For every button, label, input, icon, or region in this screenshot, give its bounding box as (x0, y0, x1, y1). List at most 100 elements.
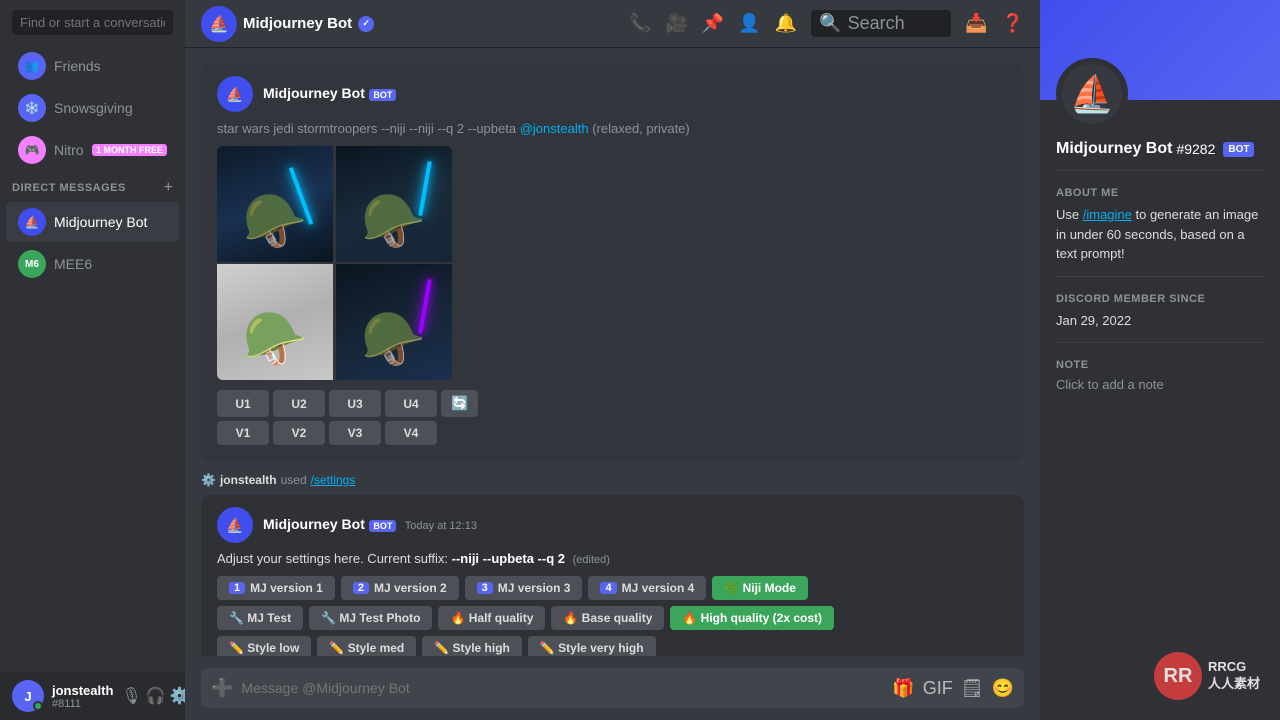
channel-header: ⛵ Midjourney Bot ✓ 📞 🎥 📌 👤 🔔 🔍 Search 📥 … (185, 0, 1040, 48)
verified-badge: ✓ (358, 16, 374, 32)
imagine-link[interactable]: /imagine (1083, 207, 1132, 222)
note-label: NOTE (1056, 359, 1264, 371)
u4-button[interactable]: U4 (385, 390, 437, 417)
gif-icon[interactable]: GIF (923, 678, 953, 699)
settings-message-header: ⛵ Midjourney Bot BOT Today at 12:13 (217, 507, 1008, 543)
gift-icon[interactable]: 🎁 (892, 678, 914, 699)
sidebar-item-label: Snowsgiving (54, 100, 133, 116)
message-input[interactable] (241, 668, 884, 708)
mj-v1-button[interactable]: 1 MJ version 1 (217, 576, 335, 600)
profile-bot-badge: BOT (1223, 142, 1254, 157)
profile-divider-1 (1056, 170, 1264, 171)
user-info: jonstealth #8111 (52, 683, 113, 710)
user-controls[interactable]: 🎙 🎧 ⚙️ (121, 686, 189, 706)
u3-button[interactable]: U3 (329, 390, 381, 417)
add-member-icon[interactable]: 👤 (738, 13, 760, 34)
mj-v4-button[interactable]: 4 MJ version 4 (588, 576, 706, 600)
deafen-icon[interactable]: 🎧 (146, 686, 166, 706)
v4-button[interactable]: V4 (385, 421, 437, 445)
snowsgiving-icon: ❄️ (18, 94, 46, 122)
watermark: RR RRCG 人人素材 (1154, 652, 1260, 700)
dm-add-button[interactable]: + (164, 179, 173, 197)
sidebar-item-nitro[interactable]: 🎮 Nitro 1 MONTH FREE (6, 130, 179, 170)
video-icon[interactable]: 🎥 (665, 13, 687, 34)
profile-divider-2 (1056, 276, 1264, 277)
message-author: Midjourney Bot (263, 85, 365, 101)
search-input[interactable] (12, 10, 173, 35)
profile-bot-number: #9282 (1176, 141, 1215, 157)
note-input[interactable]: Click to add a note (1056, 377, 1264, 392)
u1-button[interactable]: U1 (217, 390, 269, 417)
image-message-block: ⛵ Midjourney Bot BOT star wars jedi stor… (201, 64, 1024, 461)
watermark-text: RRCG 人人素材 (1208, 659, 1260, 693)
sidebar-item-snowsgiving[interactable]: ❄️ Snowsgiving (6, 88, 179, 128)
message-prompt: star wars jedi stormtroopers --niji --ni… (217, 120, 1008, 138)
message-meta: Midjourney Bot BOT (263, 85, 396, 103)
sidebar-item-label: Midjourney Bot (54, 214, 147, 230)
image-cell-1: 🪖 (217, 146, 333, 262)
sidebar-item-label: Friends (54, 58, 101, 74)
image-grid: 🪖 🪖 🪖 🪖 (217, 146, 452, 380)
settings-command-link[interactable]: /settings (311, 473, 356, 487)
message-header: ⛵ Midjourney Bot BOT (217, 76, 1008, 112)
v1-button[interactable]: V1 (217, 421, 269, 445)
right-panel: ⛵ Midjourney Bot #9282 BOT ABOUT ME Use … (1040, 0, 1280, 720)
inbox-icon[interactable]: 📥 (965, 13, 987, 34)
friends-icon: 👥 (18, 52, 46, 80)
mute-icon[interactable]: 🎙 (121, 686, 141, 706)
style-high-button[interactable]: ✏️ Style high (422, 636, 522, 656)
mj-v3-button[interactable]: 3 MJ version 3 (465, 576, 583, 600)
mj-test-photo-button[interactable]: 🔧 MJ Test Photo (309, 606, 432, 630)
nitro-badge: 1 MONTH FREE (92, 144, 167, 156)
notification-icon[interactable]: 🔔 (775, 13, 797, 34)
user-panel: J jonstealth #8111 🎙 🎧 ⚙️ (0, 672, 185, 720)
reload-button[interactable]: 🔄 (441, 390, 478, 417)
message-input-area: ➕ 🎁 GIF 🗒 😊 (185, 656, 1040, 720)
sidebar-item-mee6[interactable]: M6 MEE6 (6, 244, 179, 284)
search-area[interactable] (0, 0, 185, 45)
main-content: ⛵ Midjourney Bot ✓ 📞 🎥 📌 👤 🔔 🔍 Search 📥 … (185, 0, 1040, 720)
profile-avatar-icon: ⛵ (1070, 73, 1115, 115)
bot-badge: BOT (369, 89, 396, 101)
quality-buttons-row: 🔧 MJ Test 🔧 MJ Test Photo 🔥 Half quality… (217, 606, 1008, 630)
mj-v2-button[interactable]: 2 MJ version 2 (341, 576, 459, 600)
style-med-button[interactable]: ✏️ Style med (317, 636, 416, 656)
v2-num: 2 (353, 582, 369, 594)
username: jonstealth (52, 683, 113, 698)
profile-divider-3 (1056, 342, 1264, 343)
base-quality-button[interactable]: 🔥 Base quality (551, 606, 664, 630)
user-tag: #8111 (52, 698, 113, 710)
sidebar-item-label: MEE6 (54, 256, 92, 272)
add-attachment-icon[interactable]: ➕ (211, 678, 233, 699)
mj-test-button[interactable]: 🔧 MJ Test (217, 606, 303, 630)
member-since-date: Jan 29, 2022 (1056, 311, 1264, 331)
messages-area: ⛵ Midjourney Bot BOT star wars jedi stor… (185, 48, 1040, 656)
sticker-icon[interactable]: 🗒 (961, 678, 984, 699)
call-icon[interactable]: 📞 (629, 13, 651, 34)
member-since-label: DISCORD MEMBER SINCE (1056, 293, 1264, 305)
profile-avatar: ⛵ (1056, 58, 1128, 130)
emoji-icon[interactable]: 😊 (992, 678, 1014, 699)
v4-num: 4 (600, 582, 616, 594)
profile-bot-name: Midjourney Bot (1056, 140, 1172, 158)
v3-button[interactable]: V3 (329, 421, 381, 445)
sidebar-item-label: Nitro (54, 142, 84, 158)
settings-author: Midjourney Bot (263, 516, 365, 532)
style-low-button[interactable]: ✏️ Style low (217, 636, 311, 656)
header-search[interactable]: 🔍 Search (811, 10, 951, 37)
mee6-avatar: M6 (18, 250, 46, 278)
edited-label: (edited) (573, 554, 610, 566)
suffix-value: --niji --upbeta --q 2 (452, 551, 565, 566)
u2-button[interactable]: U2 (273, 390, 325, 417)
high-quality-button[interactable]: 🔥 High quality (2x cost) (670, 606, 834, 630)
nitro-icon: 🎮 (18, 136, 46, 164)
variation-buttons: V1 V2 V3 V4 (217, 421, 1008, 445)
pin-icon[interactable]: 📌 (702, 13, 724, 34)
sidebar-item-friends[interactable]: 👥 Friends (6, 46, 179, 86)
v2-button[interactable]: V2 (273, 421, 325, 445)
half-quality-button[interactable]: 🔥 Half quality (438, 606, 545, 630)
sidebar-item-midjourney-bot[interactable]: ⛵ Midjourney Bot (6, 202, 179, 242)
style-very-high-button[interactable]: ✏️ Style very high (528, 636, 656, 656)
help-icon[interactable]: ❓ (1002, 13, 1024, 34)
niji-mode-button[interactable]: 🌿 Niji Mode (712, 576, 808, 600)
